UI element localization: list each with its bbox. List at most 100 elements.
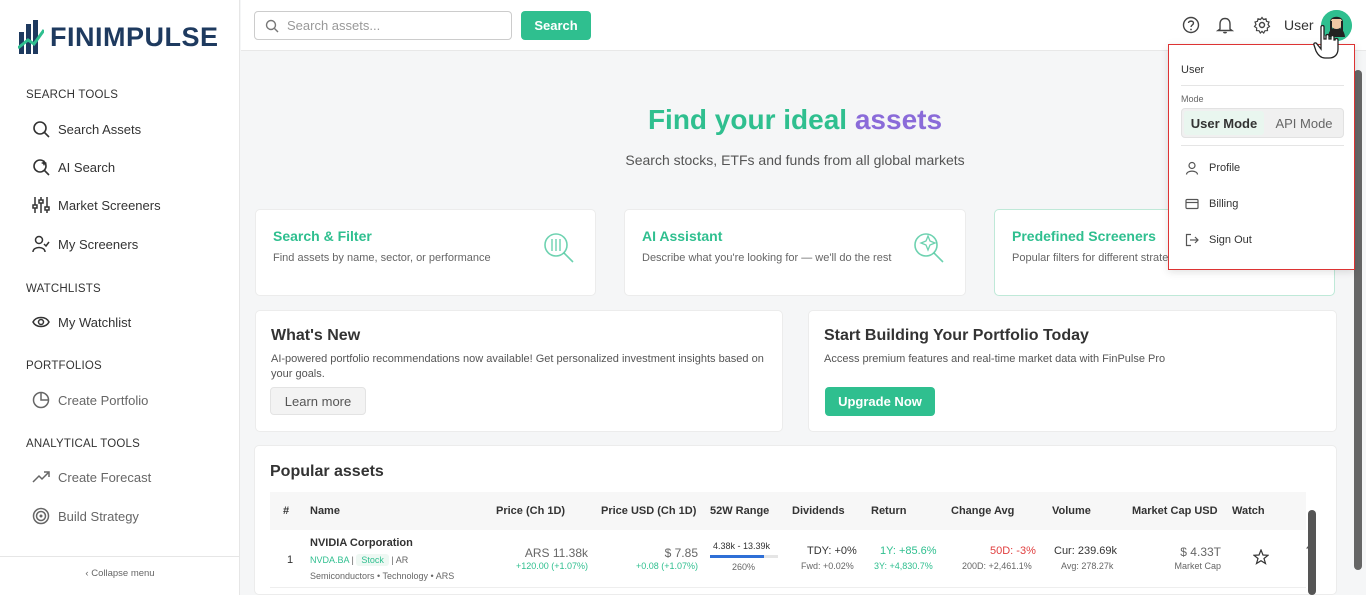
- user-mode-button[interactable]: User Mode: [1184, 111, 1264, 135]
- column-header[interactable]: Change Avg: [951, 505, 1014, 517]
- help-icon[interactable]: [1182, 16, 1200, 34]
- column-header[interactable]: Volume: [1052, 505, 1091, 517]
- asset-sector: Semiconductors • Technology • ARS: [310, 571, 455, 581]
- menu-item-label: Profile: [1209, 162, 1241, 174]
- learn-more-button[interactable]: Learn more: [270, 387, 366, 415]
- sidebar-item-my-watchlist[interactable]: My Watchlist: [32, 310, 131, 334]
- search-icon: [33, 121, 50, 138]
- ai-search-icon: [33, 159, 50, 176]
- sidebar-item-label: Market Screeners: [58, 197, 161, 213]
- column-header: #: [283, 505, 290, 517]
- column-header[interactable]: 52W Range: [710, 505, 769, 517]
- dropdown-username: User: [1181, 64, 1205, 76]
- asset-type-badge: Stock: [356, 554, 389, 566]
- sidebar-item-label: My Watchlist: [58, 314, 132, 330]
- price-usd-value: $ 7.85: [664, 546, 698, 560]
- search-input[interactable]: [287, 18, 497, 33]
- sidebar-divider: [0, 556, 240, 557]
- sidebar-item-market-screeners[interactable]: Market Screeners: [32, 193, 161, 217]
- credit-card-icon: [1185, 198, 1199, 210]
- range-bar: [710, 555, 778, 558]
- asset-name[interactable]: NVIDIA Corporation: [310, 537, 413, 549]
- change-200d: 200D: +2,461.1%: [962, 561, 1032, 571]
- price-value: ARS 11.38k: [524, 546, 588, 560]
- asset-meta: NVDA.BA | Stock | AR: [310, 554, 408, 566]
- range-percent: 260%: [732, 562, 756, 572]
- price-usd-change: +0.08 (+1.07%): [635, 561, 698, 571]
- bell-icon[interactable]: [1216, 16, 1234, 34]
- popular-assets-panel: Popular assets # Name Price (Ch 1D) Pric…: [254, 445, 1337, 595]
- gear-icon[interactable]: [1253, 16, 1271, 34]
- range-label: 4.38k - 13.39k: [713, 541, 771, 551]
- user-icon: [1185, 161, 1199, 175]
- user-check-icon: [32, 235, 50, 253]
- card-title: Search & Filter: [273, 228, 372, 244]
- column-header[interactable]: Price USD (Ch 1D): [601, 505, 696, 517]
- menu-item-profile[interactable]: Profile: [1185, 161, 1240, 175]
- brand-logo[interactable]: FINIMPULSE: [18, 18, 219, 56]
- asset-ticker: NVDA.BA: [310, 555, 350, 565]
- whats-new-title: What's New: [271, 327, 361, 344]
- sidebar-item-label: My Screeners: [58, 236, 139, 252]
- brand-name: FINIMPULSE: [50, 21, 219, 52]
- row-index: 1: [287, 554, 294, 566]
- ai-sparkle-icon: [914, 233, 944, 263]
- column-header: Watch: [1232, 505, 1265, 517]
- volume-current: Cur: 239.69k: [1054, 545, 1117, 557]
- search-button[interactable]: Search: [521, 11, 591, 40]
- card-description: Describe what you're looking for — we'll…: [642, 252, 892, 264]
- dividend-today: TDY: +0%: [807, 545, 857, 557]
- target-icon: [32, 507, 50, 525]
- pie-chart-icon: [32, 391, 50, 409]
- menu-item-label: Billing: [1209, 198, 1239, 210]
- page-scrollbar[interactable]: [1354, 70, 1362, 570]
- portfolio-promo-panel: Start Building Your Portfolio Today Acce…: [808, 310, 1337, 432]
- column-header[interactable]: Dividends: [792, 505, 845, 517]
- sidebar-item-create-forecast[interactable]: Create Forecast: [32, 465, 151, 489]
- table-scrollbar[interactable]: [1308, 510, 1316, 595]
- card-description: Find assets by name, sector, or performa…: [273, 252, 491, 264]
- change-50d: 50D: -3%: [990, 545, 1036, 557]
- hand-cursor-icon: [1313, 24, 1339, 59]
- mode-toggle: User Mode API Mode: [1181, 108, 1344, 138]
- eye-icon: [32, 316, 50, 328]
- sign-out-icon: [1185, 233, 1199, 247]
- mode-label: Mode: [1181, 94, 1204, 104]
- upgrade-now-button[interactable]: Upgrade Now: [825, 387, 935, 416]
- table-row[interactable]: 1 NVIDIA Corporation NVDA.BA | Stock | A…: [270, 530, 1306, 588]
- table-header: # Name Price (Ch 1D) Price USD (Ch 1D) 5…: [270, 492, 1306, 530]
- promo-title: Start Building Your Portfolio Today: [824, 327, 1089, 344]
- menu-item-billing[interactable]: Billing: [1185, 197, 1238, 211]
- return-3y: 3Y: +4,830.7%: [874, 561, 933, 571]
- market-cap-value: $ 4.33T: [1180, 545, 1221, 559]
- sidebar-item-build-strategy[interactable]: Build Strategy: [32, 504, 139, 528]
- column-header[interactable]: Price (Ch 1D): [496, 505, 565, 517]
- collapse-menu-button[interactable]: ‹ Collapse menu: [0, 568, 240, 579]
- asset-country: AR: [395, 555, 409, 565]
- whats-new-description: AI-powered portfolio recommendations now…: [271, 353, 764, 380]
- trend-up-icon: [32, 471, 50, 483]
- sidebar-item-search-assets[interactable]: Search Assets: [32, 117, 141, 141]
- card-search-filter[interactable]: Search & Filter Find assets by name, sec…: [255, 209, 596, 296]
- menu-item-sign-out[interactable]: Sign Out: [1185, 233, 1252, 247]
- section-watchlists: WATCHLISTS: [26, 283, 101, 295]
- column-header[interactable]: Name: [310, 505, 340, 517]
- sidebar-item-ai-search[interactable]: AI Search: [32, 155, 115, 179]
- dividend-forward: Fwd: +0.02%: [801, 561, 854, 571]
- sidebar-item-create-portfolio[interactable]: Create Portfolio: [32, 388, 148, 412]
- sidebar-item-my-screeners[interactable]: My Screeners: [32, 232, 138, 256]
- market-cap-label: Market Cap: [1174, 561, 1221, 571]
- sidebar-item-label: AI Search: [58, 159, 116, 175]
- api-mode-button[interactable]: API Mode: [1266, 111, 1342, 135]
- sidebar-item-label: Create Forecast: [58, 469, 152, 485]
- search-icon: [265, 19, 279, 32]
- user-menu-label[interactable]: User: [1284, 17, 1314, 33]
- column-header[interactable]: Return: [871, 505, 906, 517]
- dropdown-divider: [1181, 145, 1344, 146]
- column-header[interactable]: Market Cap USD: [1132, 505, 1218, 517]
- promo-description: Access premium features and real-time ma…: [824, 353, 1166, 365]
- star-icon[interactable]: [1253, 549, 1269, 565]
- volume-average: Avg: 278.27k: [1061, 561, 1114, 571]
- section-portfolios: PORTFOLIOS: [26, 360, 102, 372]
- card-ai-assistant[interactable]: AI Assistant Describe what you're lookin…: [624, 209, 966, 296]
